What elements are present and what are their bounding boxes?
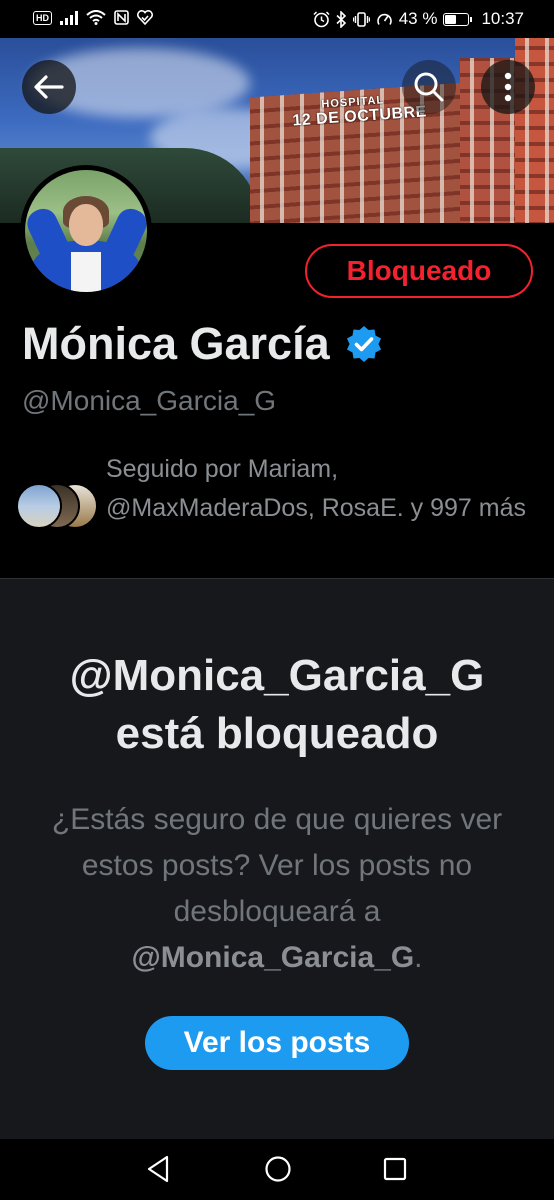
profile-name-row: Mónica García <box>22 318 384 370</box>
hd-badge: HD <box>33 10 52 25</box>
back-button[interactable] <box>22 60 76 114</box>
verified-badge-icon[interactable] <box>344 324 384 364</box>
profile-handle: @Monica_Garcia_G <box>22 385 277 416</box>
nav-back-icon[interactable] <box>146 1155 170 1183</box>
avatar-photo <box>25 170 147 292</box>
blocked-notice-desc-handle: @Monica_Garcia_G <box>131 941 415 974</box>
search-icon <box>414 72 444 102</box>
more-vertical-icon <box>504 72 512 102</box>
battery-percent: 43 % <box>398 9 438 28</box>
status-left: HD <box>33 10 153 25</box>
blocked-notice-title: @Monica_Garcia_G está bloqueado <box>0 647 554 763</box>
blocked-notice-handle: @Monica_Garcia_G <box>69 651 485 700</box>
data-saver-icon <box>376 13 392 25</box>
followed-by[interactable]: Seguido por Mariam, @MaxMaderaDos, RosaE… <box>16 450 546 565</box>
battery-level <box>445 14 456 24</box>
see-posts-button[interactable]: Ver los posts <box>145 1016 409 1070</box>
profile-name: Mónica García <box>22 318 330 369</box>
nfc-icon <box>114 10 129 25</box>
heart-check-icon <box>137 10 153 25</box>
search-button[interactable] <box>402 60 456 114</box>
followed-by-text: Seguido por Mariam, @MaxMaderaDos, RosaE… <box>106 455 526 522</box>
follower-avatar <box>16 483 62 529</box>
wifi-icon <box>86 10 106 25</box>
blocked-button[interactable]: Bloqueado <box>305 244 533 298</box>
status-time: 10:37 <box>481 9 524 28</box>
profile-avatar[interactable] <box>20 165 152 297</box>
status-bar: HD 43 % 10:37 <box>0 0 554 38</box>
blocked-notice-description: ¿Estás seguro de que quieres ver estos p… <box>40 797 514 981</box>
nav-home-icon[interactable] <box>264 1155 292 1183</box>
bluetooth-icon <box>336 10 346 28</box>
status-right: 43 % 10:37 <box>313 9 524 29</box>
signal-icon <box>60 10 78 25</box>
battery-icon <box>443 12 473 26</box>
arrow-left-icon <box>34 75 64 99</box>
more-options-button[interactable] <box>481 60 535 114</box>
nav-recents-icon[interactable] <box>383 1155 407 1183</box>
blocked-notice-desc-text: ¿Estás seguro de que quieres ver estos p… <box>51 803 503 928</box>
vibrate-icon <box>352 11 370 27</box>
blocked-notice: @Monica_Garcia_G está bloqueado ¿Estás s… <box>0 579 554 1139</box>
blocked-notice-suffix: está bloqueado <box>115 709 439 758</box>
system-nav-bar <box>0 1139 554 1200</box>
blocked-notice-desc-end: . <box>414 941 423 974</box>
alarm-icon <box>313 10 330 27</box>
